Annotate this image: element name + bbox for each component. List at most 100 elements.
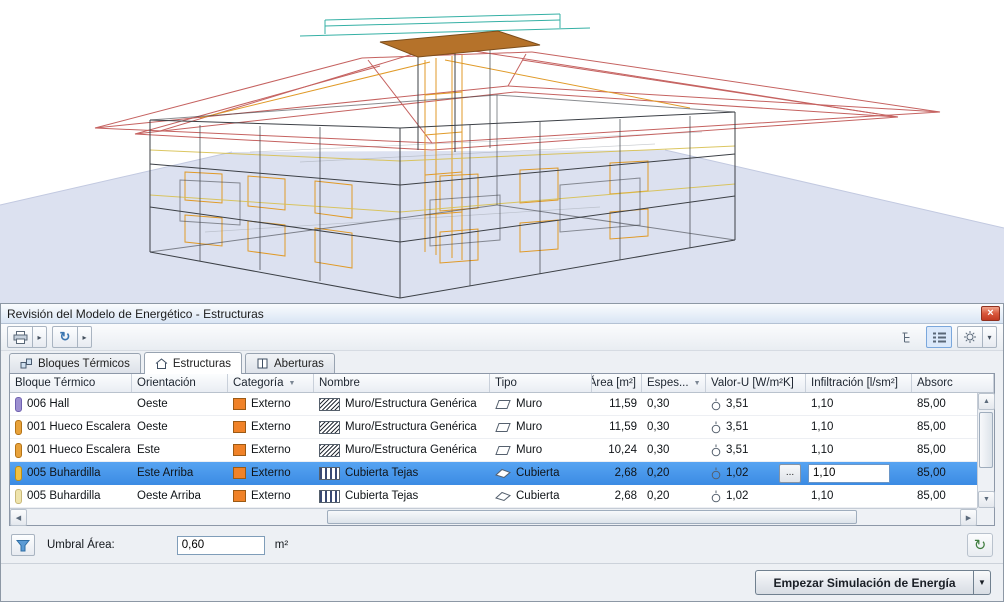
absorption-cell: 85,00 [912, 416, 977, 438]
tab-aberturas[interactable]: Aberturas [245, 353, 335, 373]
column-label: Infiltración [l/sm²] [811, 377, 898, 389]
tab-bar: Bloques Térmicos Estructuras Aberturas [1, 351, 1003, 373]
horizontal-scroll-track[interactable] [27, 509, 960, 525]
settings-button[interactable] [957, 326, 983, 348]
roof-type-icon [495, 491, 511, 502]
material-hatch-icon [319, 421, 340, 434]
category-color-icon [233, 398, 246, 410]
vertical-scroll-thumb[interactable] [979, 412, 993, 468]
tree-view-icon [901, 331, 916, 344]
thickness-cell: 0,30 [642, 439, 706, 461]
table-row[interactable]: 005 BuhardillaEste ArribaExternoCubierta… [10, 462, 977, 485]
thermal-block-label: 005 Buhardilla [27, 490, 101, 502]
table-body: 006 HallOesteExternoMuro/Estructura Gené… [10, 393, 977, 508]
umbral-area-input[interactable] [177, 536, 265, 555]
print-flyout-arrow[interactable]: ▸ [33, 326, 47, 348]
print-button[interactable] [7, 326, 33, 348]
table-row[interactable]: 006 HallOesteExternoMuro/Estructura Gené… [10, 393, 977, 416]
funnel-icon [16, 539, 30, 552]
vertical-scroll-track[interactable] [978, 410, 994, 491]
settings-dropdown-arrow[interactable]: ▾ [983, 326, 997, 348]
orientation-cell: Oeste [132, 393, 228, 415]
horizontal-scrollbar[interactable]: ◀ ▶ [10, 508, 977, 525]
type-label: Muro [516, 444, 542, 456]
scroll-right-button[interactable]: ▶ [960, 509, 977, 526]
start-simulation-dropdown[interactable]: ▼ [973, 570, 991, 595]
building-wireframe-3d [0, 0, 1004, 303]
column-header[interactable]: Tipo [490, 374, 592, 392]
area-cell: 11,59 [592, 393, 642, 415]
column-label: Categoría [233, 377, 284, 389]
column-header[interactable]: Absorc [912, 374, 994, 392]
column-header[interactable]: Espes... ▼ [642, 374, 706, 392]
printer-icon [13, 331, 28, 344]
uvalue-label: 1,02 [726, 467, 748, 479]
uvalue-icon [711, 467, 721, 480]
category-label: Externo [251, 421, 291, 433]
structures-table: Bloque TérmicoOrientaciónCategoría▼Nombr… [9, 373, 995, 526]
wall-type-icon [495, 422, 511, 433]
opening-icon [256, 358, 269, 369]
refresh-flyout-arrow[interactable]: ▸ [78, 326, 92, 348]
structure-name: Cubierta Tejas [345, 490, 418, 502]
scrollbar-corner [977, 508, 994, 525]
uvalue-icon [711, 421, 721, 434]
thickness-cell: 0,30 [642, 393, 706, 415]
dialog-titlebar[interactable]: Revisión del Modelo de Energético - Estr… [1, 304, 1003, 324]
horizontal-scroll-thumb[interactable] [327, 510, 857, 524]
tab-estructuras[interactable]: Estructuras [144, 352, 242, 374]
close-button[interactable]: × [981, 306, 1000, 321]
vertical-scrollbar[interactable]: ▲ ▼ [977, 393, 994, 508]
absorption-cell: 85,00 [912, 393, 977, 415]
column-header[interactable]: Nombre [314, 374, 490, 392]
column-label: Tipo [495, 377, 517, 389]
blocks-icon [20, 358, 33, 369]
column-header[interactable]: Categoría▼ [228, 374, 314, 392]
update-button[interactable]: ↻ [967, 533, 993, 557]
filter-funnel-button[interactable] [11, 534, 35, 556]
column-header[interactable]: Orientación [132, 374, 228, 392]
column-header[interactable]: Bloque Térmico [10, 374, 132, 392]
uvalue-calculator-button[interactable]: ... [779, 464, 801, 483]
tab-label: Bloques Térmicos [38, 358, 130, 370]
filter-bar: Umbral Área: m² ↻ [1, 527, 1003, 563]
thermal-block-color-icon [15, 420, 22, 435]
category-label: Externo [251, 467, 291, 479]
material-hatch-icon [319, 490, 340, 503]
sort-indicator-icon: ▼ [694, 380, 701, 387]
tab-label: Aberturas [274, 358, 324, 370]
column-header[interactable]: Infiltración [l/sm²] [806, 374, 912, 392]
thermal-block-color-icon [15, 466, 22, 481]
column-header[interactable]: Área [m²] [592, 374, 642, 392]
wall-type-icon [495, 445, 511, 456]
scroll-up-button[interactable]: ▲ [978, 393, 995, 410]
infiltration-input[interactable] [808, 464, 890, 483]
tab-bloques-termicos[interactable]: Bloques Térmicos [9, 353, 141, 373]
category-color-icon [233, 444, 246, 456]
orientation-cell: Este [132, 439, 228, 461]
dialog-title: Revisión del Modelo de Energético - Estr… [7, 307, 981, 321]
tree-view-button[interactable] [895, 326, 921, 348]
uvalue-label: 3,51 [726, 421, 748, 433]
scroll-left-button[interactable]: ◀ [10, 509, 27, 526]
table-row[interactable]: 005 BuhardillaOeste ArribaExternoCubiert… [10, 485, 977, 508]
thermal-block-color-icon [15, 443, 22, 458]
table-row[interactable]: 001 Hueco EscaleraEsteExternoMuro/Estruc… [10, 439, 977, 462]
column-label: Absorc [917, 377, 953, 389]
table-header: Bloque TérmicoOrientaciónCategoría▼Nombr… [10, 374, 994, 393]
wall-type-icon [495, 399, 511, 410]
refresh-button[interactable]: ↻ [52, 326, 78, 348]
list-view-button[interactable] [926, 326, 952, 348]
type-label: Cubierta [516, 467, 559, 479]
column-header[interactable]: Valor-U [W/m²K] [706, 374, 806, 392]
absorption-cell: 85,00 [912, 439, 977, 461]
column-label: Espes... [647, 377, 689, 389]
category-label: Externo [251, 444, 291, 456]
thermal-block-label: 001 Hueco Escalera [27, 421, 131, 433]
thickness-cell: 0,30 [642, 416, 706, 438]
table-row[interactable]: 001 Hueco EscaleraOesteExternoMuro/Estru… [10, 416, 977, 439]
scroll-down-button[interactable]: ▼ [978, 491, 995, 508]
3d-model-viewport[interactable] [0, 0, 1004, 303]
start-simulation-button[interactable]: Empezar Simulación de Energía [755, 570, 973, 595]
column-label: Área [m²] [592, 377, 636, 389]
